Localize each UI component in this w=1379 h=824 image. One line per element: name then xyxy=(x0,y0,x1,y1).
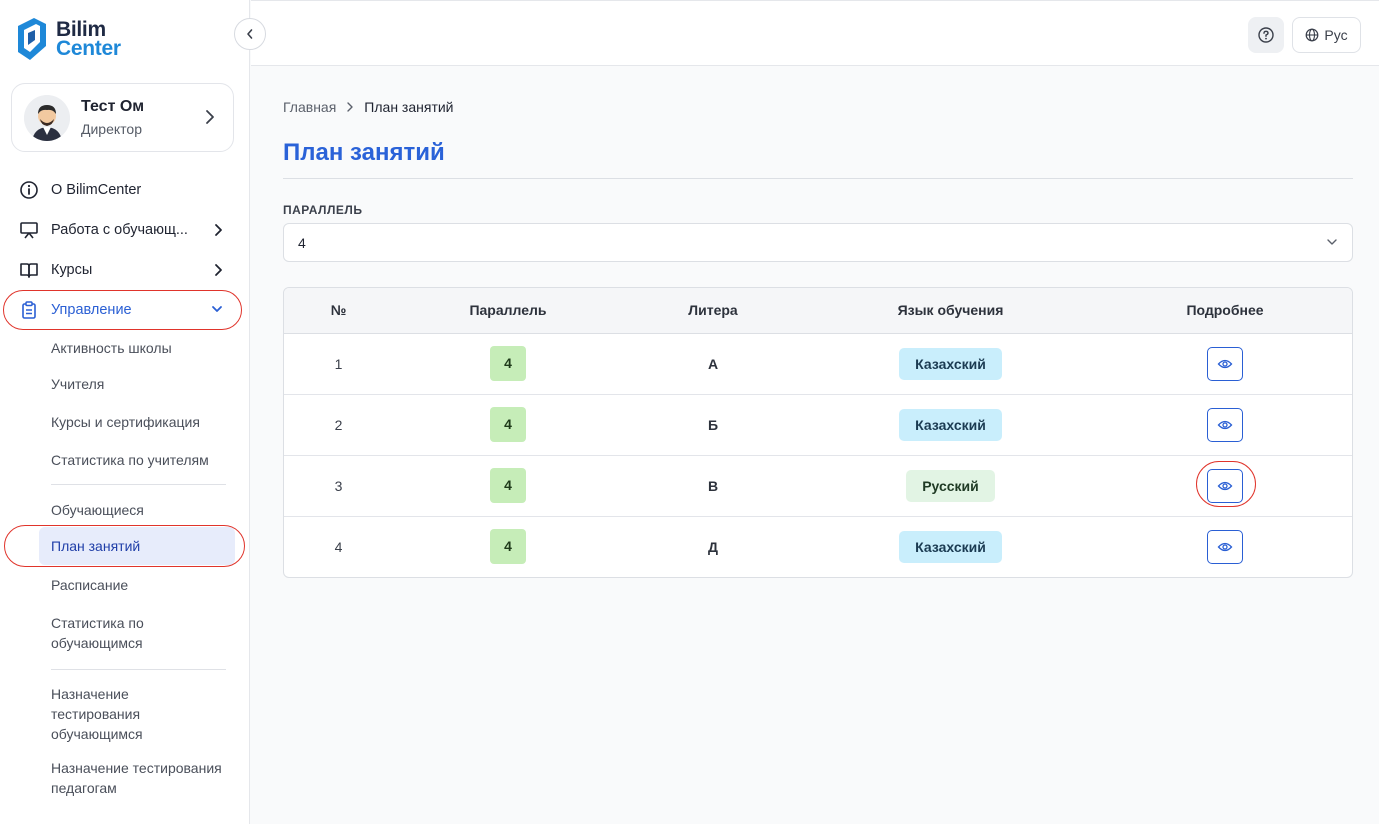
language-badge: Казахский xyxy=(899,408,1002,441)
row-litera: Д xyxy=(708,538,718,555)
logo-mark-icon xyxy=(18,18,46,60)
language-badge: Казахский xyxy=(899,347,1002,380)
submenu-item-assign-student-tests[interactable]: Назначение тестирования обучающимся xyxy=(0,670,165,758)
sidebar-item-courses[interactable]: Курсы xyxy=(0,250,249,290)
eye-icon xyxy=(1217,359,1233,368)
page-title: План занятий xyxy=(283,139,445,166)
submenu-item-students[interactable]: Обучающиеся xyxy=(0,485,249,527)
eye-icon xyxy=(1217,542,1233,551)
row-num: 4 xyxy=(334,538,343,555)
info-icon xyxy=(19,180,39,200)
sidebar-item-management-label: Управление xyxy=(51,302,132,318)
help-icon xyxy=(1258,27,1274,43)
table-row: 4 4 Д Казахский xyxy=(284,516,1352,577)
table-row: 1 4 А Казахский xyxy=(284,333,1352,395)
view-details-button[interactable] xyxy=(1207,529,1243,564)
language-badge: Русский xyxy=(906,469,995,502)
table-row: 3 4 В Русский xyxy=(284,455,1352,517)
parallel-badge: 4 xyxy=(490,529,526,565)
submenu-item-activity[interactable]: Активность школы xyxy=(0,330,249,368)
chevron-right-icon xyxy=(347,102,353,112)
row-litera: А xyxy=(623,333,803,395)
submenu-item-assign-teacher-tests[interactable]: Назначение тестирования педагогам xyxy=(0,758,235,808)
breadcrumb-current: План занятий xyxy=(364,99,454,115)
chevron-right-icon xyxy=(215,224,222,236)
parallel-select[interactable]: 4 xyxy=(283,223,1353,262)
globe-icon xyxy=(1306,28,1319,42)
parallel-select-value: 4 xyxy=(298,234,306,251)
breadcrumb-home[interactable]: Главная xyxy=(283,99,336,115)
submenu-item-teacher-stats[interactable]: Статистика по учителям xyxy=(0,444,249,484)
chevron-right-icon xyxy=(206,110,214,124)
sidebar-item-students-work-label: Работа с обучающ... xyxy=(51,222,188,238)
book-icon xyxy=(19,260,39,280)
submenu-item-lesson-plan[interactable]: План занятий xyxy=(0,525,249,567)
view-details-button[interactable] xyxy=(1196,460,1256,507)
view-details-button[interactable] xyxy=(1207,346,1243,381)
language-label: Рус xyxy=(1324,27,1348,43)
presentation-icon xyxy=(19,220,39,240)
avatar xyxy=(24,94,70,141)
submenu-item-courses-cert[interactable]: Курсы и сертификация xyxy=(0,406,249,444)
column-header-details: Подробнее xyxy=(1098,288,1352,334)
chevron-left-icon xyxy=(247,29,253,39)
divider xyxy=(283,178,1353,179)
sidebar-item-about-label: О BilimCenter xyxy=(51,182,142,198)
collapse-sidebar-button[interactable] xyxy=(234,18,266,50)
row-litera: Б xyxy=(623,394,803,456)
clipboard-icon xyxy=(19,300,39,320)
profile-card[interactable]: Тест Ом Директор xyxy=(11,83,234,152)
profile-role: Директор xyxy=(81,120,142,137)
parallel-filter-label: ПАРАЛЛЕЛЬ xyxy=(283,203,363,217)
chevron-right-icon xyxy=(215,264,222,276)
view-details-button[interactable] xyxy=(1207,407,1243,442)
topbar: Рус xyxy=(251,0,1379,66)
sidebar-item-students-work[interactable]: Работа с обучающ... xyxy=(0,210,249,250)
column-header-num: № xyxy=(284,288,393,334)
sidebar-item-management[interactable]: Управление xyxy=(0,290,249,330)
logo[interactable]: Bilim Center xyxy=(14,16,121,62)
sidebar: Bilim Center Тест Ом Директор О BilimCen… xyxy=(0,0,250,824)
language-badge: Казахский xyxy=(899,530,1002,563)
profile-name: Тест Ом xyxy=(81,97,145,115)
classes-table: № Параллель Литера Язык обучения Подробн… xyxy=(283,287,1353,578)
table-header-row: № Параллель Литера Язык обучения Подробн… xyxy=(284,288,1352,334)
column-header-parallel: Параллель xyxy=(393,288,623,334)
breadcrumb: Главная План занятий xyxy=(283,99,454,115)
sidebar-item-courses-label: Курсы xyxy=(51,262,93,278)
parallel-badge: 4 xyxy=(490,407,526,442)
row-num: 1 xyxy=(284,333,393,395)
logo-line2: Center xyxy=(56,37,121,60)
sidebar-nav: О BilimCenter Работа с обучающ... Курсы … xyxy=(0,170,249,808)
management-submenu: Активность школы Учителя Курсы и сертифи… xyxy=(0,330,249,808)
row-num: 3 xyxy=(284,455,393,517)
main-content: Главная План занятий План занятий ПАРАЛЛ… xyxy=(251,67,1379,824)
submenu-item-schedule[interactable]: Расписание xyxy=(0,565,249,603)
row-num: 2 xyxy=(284,394,393,456)
parallel-badge: 4 xyxy=(490,468,526,503)
sidebar-item-about[interactable]: О BilimCenter xyxy=(0,170,249,210)
chevron-down-icon xyxy=(212,306,222,312)
eye-icon xyxy=(1217,481,1233,490)
language-switcher[interactable]: Рус xyxy=(1292,17,1361,53)
column-header-language: Язык обучения xyxy=(803,288,1098,334)
column-header-litera: Литера xyxy=(623,288,803,334)
table-row: 2 4 Б Казахский xyxy=(284,394,1352,456)
help-button[interactable] xyxy=(1248,17,1284,53)
submenu-item-student-stats[interactable]: Статистика по обучающимся xyxy=(0,603,170,669)
chevron-down-icon xyxy=(1327,239,1337,245)
parallel-badge: 4 xyxy=(490,346,526,381)
submenu-item-teachers[interactable]: Учителя xyxy=(0,368,249,406)
eye-icon xyxy=(1217,420,1233,429)
row-litera: В xyxy=(623,455,803,517)
